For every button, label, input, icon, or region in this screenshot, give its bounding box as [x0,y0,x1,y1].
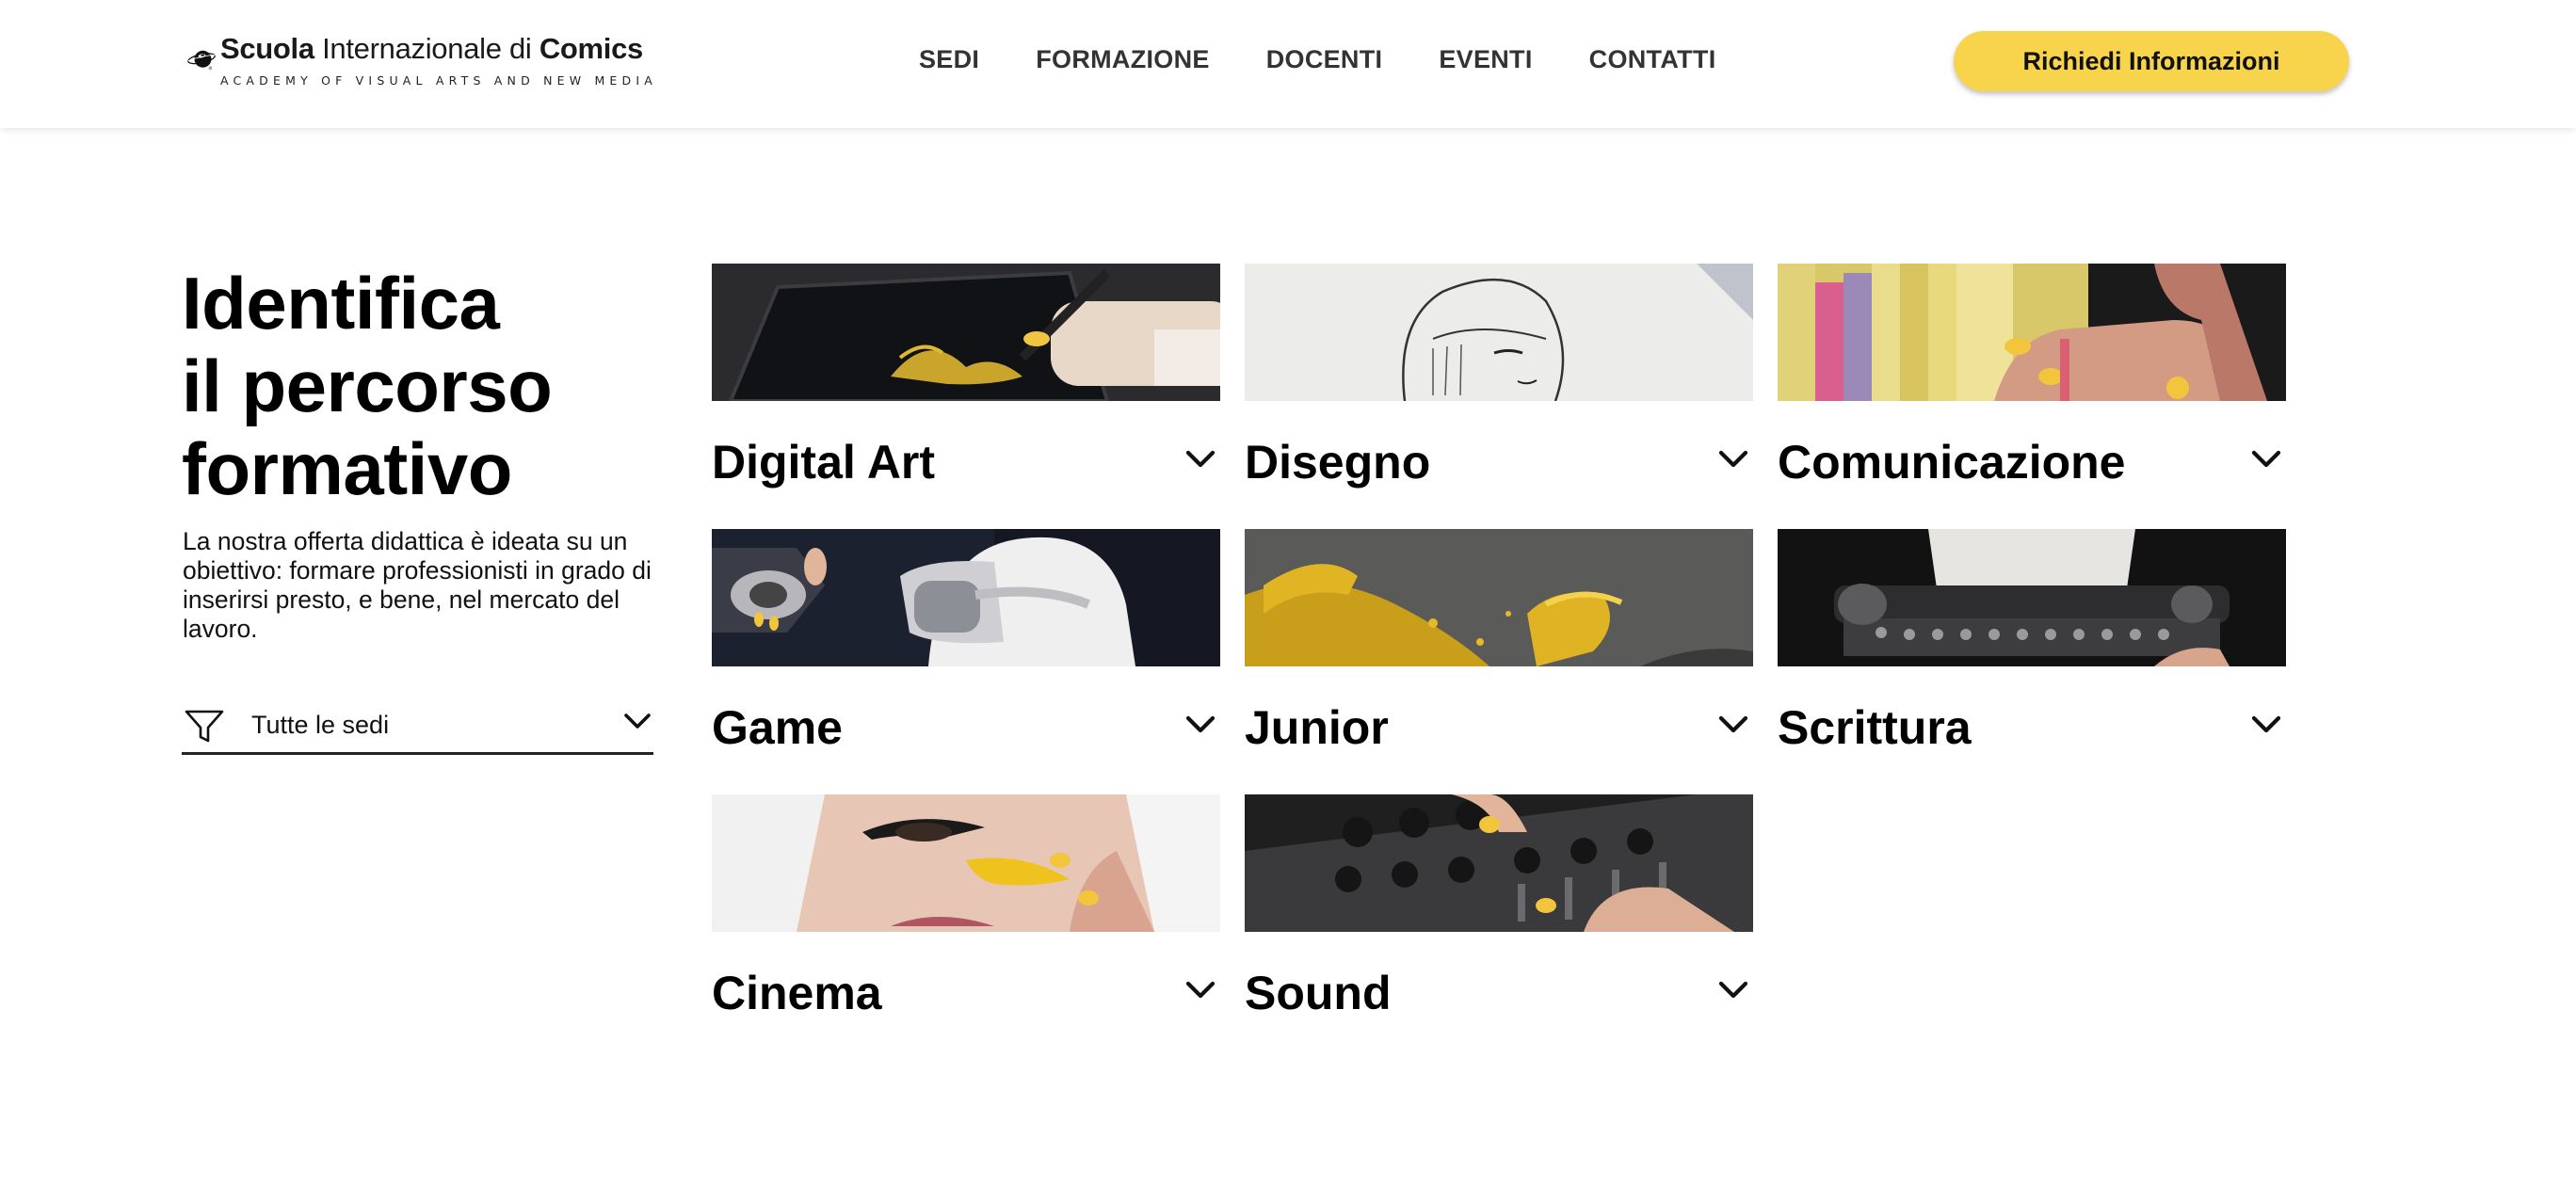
location-filter-value: Tutte le sedi [251,711,390,739]
logo-subtitle: ACADEMY OF VISUAL ARTS AND NEW MEDIA [219,72,657,88]
chevron-down-icon[interactable] [1717,713,1749,736]
main-nav: SEDI FORMAZIONE DOCENTI EVENTI CONTATTI [919,45,1716,74]
course-title: Comunicazione [1778,436,2126,489]
course-image [1245,264,1753,401]
page-title-line: il percorso [182,345,553,427]
course-image [712,529,1220,666]
course-image [1778,529,2286,666]
chevron-down-icon[interactable] [2250,713,2282,736]
chevron-down-icon [624,713,651,729]
chevron-down-icon[interactable] [2250,448,2282,471]
course-title: Junior [1245,701,1389,754]
page-description: La nostra offerta didattica è ideata su … [183,527,652,643]
course-image [712,264,1220,401]
course-card-disegno[interactable]: Disegno [1245,264,1753,537]
page-title: Identifica il percorso formativo [182,262,553,510]
chevron-down-icon[interactable] [1184,979,1216,1002]
svg-text:R: R [210,68,212,70]
nav-item-contatti[interactable]: CONTATTI [1589,45,1716,74]
course-title: Sound [1245,967,1392,1019]
course-card-junior[interactable]: Junior [1245,529,1753,802]
course-title: Cinema [712,967,882,1019]
course-card-scrittura[interactable]: Scrittura [1778,529,2286,802]
course-image [1778,264,2286,401]
course-card-digital-art[interactable]: Digital Art [712,264,1220,537]
location-filter-select[interactable]: Tutte le sedi [182,698,653,755]
chevron-down-icon[interactable] [1717,448,1749,471]
course-card-sound[interactable]: Sound [1245,794,1753,1067]
chevron-down-icon[interactable] [1184,713,1216,736]
page-title-line: formativo [182,427,512,510]
course-card-comunicazione[interactable]: Comunicazione [1778,264,2286,537]
chevron-down-icon[interactable] [1184,448,1216,471]
nav-item-sedi[interactable]: SEDI [919,45,979,74]
nav-item-eventi[interactable]: EVENTI [1439,45,1532,74]
site-header: R Scuola Internazionale di Comics ACADEM… [0,0,2576,128]
funnel-icon [185,710,224,742]
logo-title: Scuola Internazionale di Comics [219,31,643,65]
course-title: Scrittura [1778,701,1972,754]
logo[interactable]: R Scuola Internazionale di Comics ACADEM… [186,17,657,102]
course-card-game[interactable]: Game [712,529,1220,802]
course-card-cinema[interactable]: Cinema [712,794,1220,1067]
nav-item-docenti[interactable]: DOCENTI [1266,45,1383,74]
request-info-button[interactable]: Richiedi Informazioni [1954,31,2349,91]
chevron-down-icon[interactable] [1717,979,1749,1002]
nav-item-formazione[interactable]: FORMAZIONE [1036,45,1210,74]
course-image [1245,794,1753,932]
course-title: Disegno [1245,436,1431,489]
page-title-line: Identifica [182,262,500,345]
course-image [1245,529,1753,666]
course-title: Game [712,701,843,754]
course-image [712,794,1220,932]
course-title: Digital Art [712,436,936,489]
planet-logo-icon: R [187,50,216,70]
